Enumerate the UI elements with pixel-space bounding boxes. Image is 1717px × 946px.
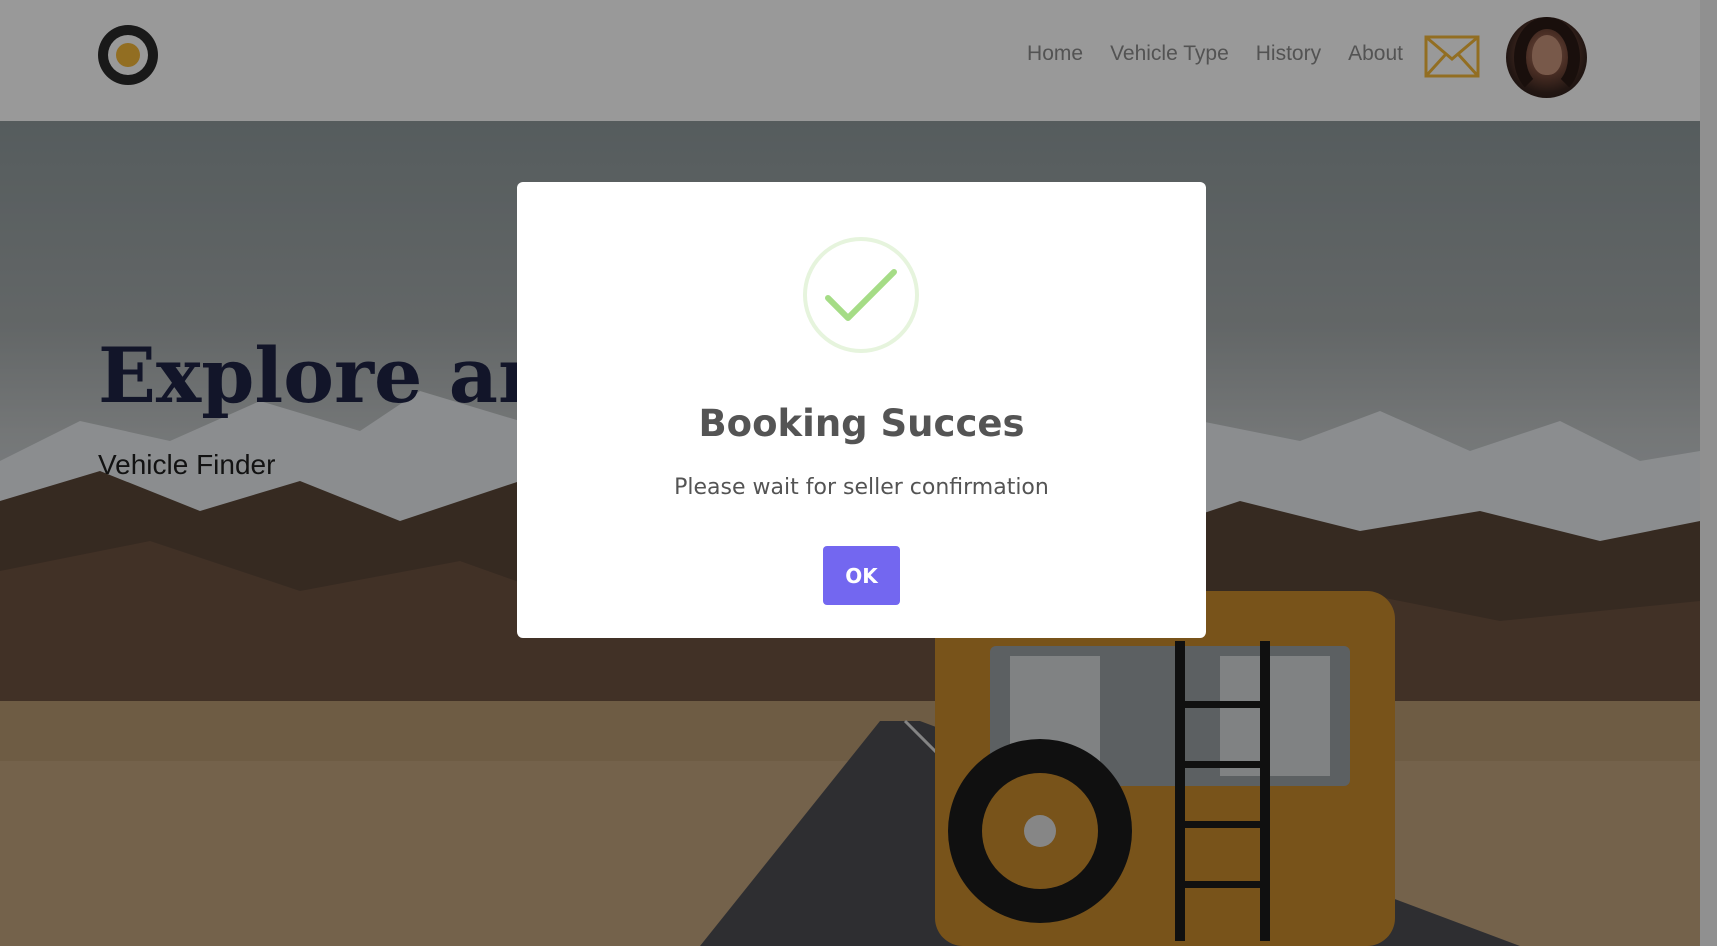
- dialog-title: Booking Succes: [698, 402, 1025, 445]
- check-circle-icon: [803, 237, 919, 353]
- page: Home Vehicle Type History About Explore …: [0, 0, 1717, 946]
- ok-button[interactable]: OK: [823, 546, 900, 605]
- dialog-message: Please wait for seller confirmation: [674, 475, 1049, 500]
- success-dialog: Booking Succes Please wait for seller co…: [517, 182, 1206, 638]
